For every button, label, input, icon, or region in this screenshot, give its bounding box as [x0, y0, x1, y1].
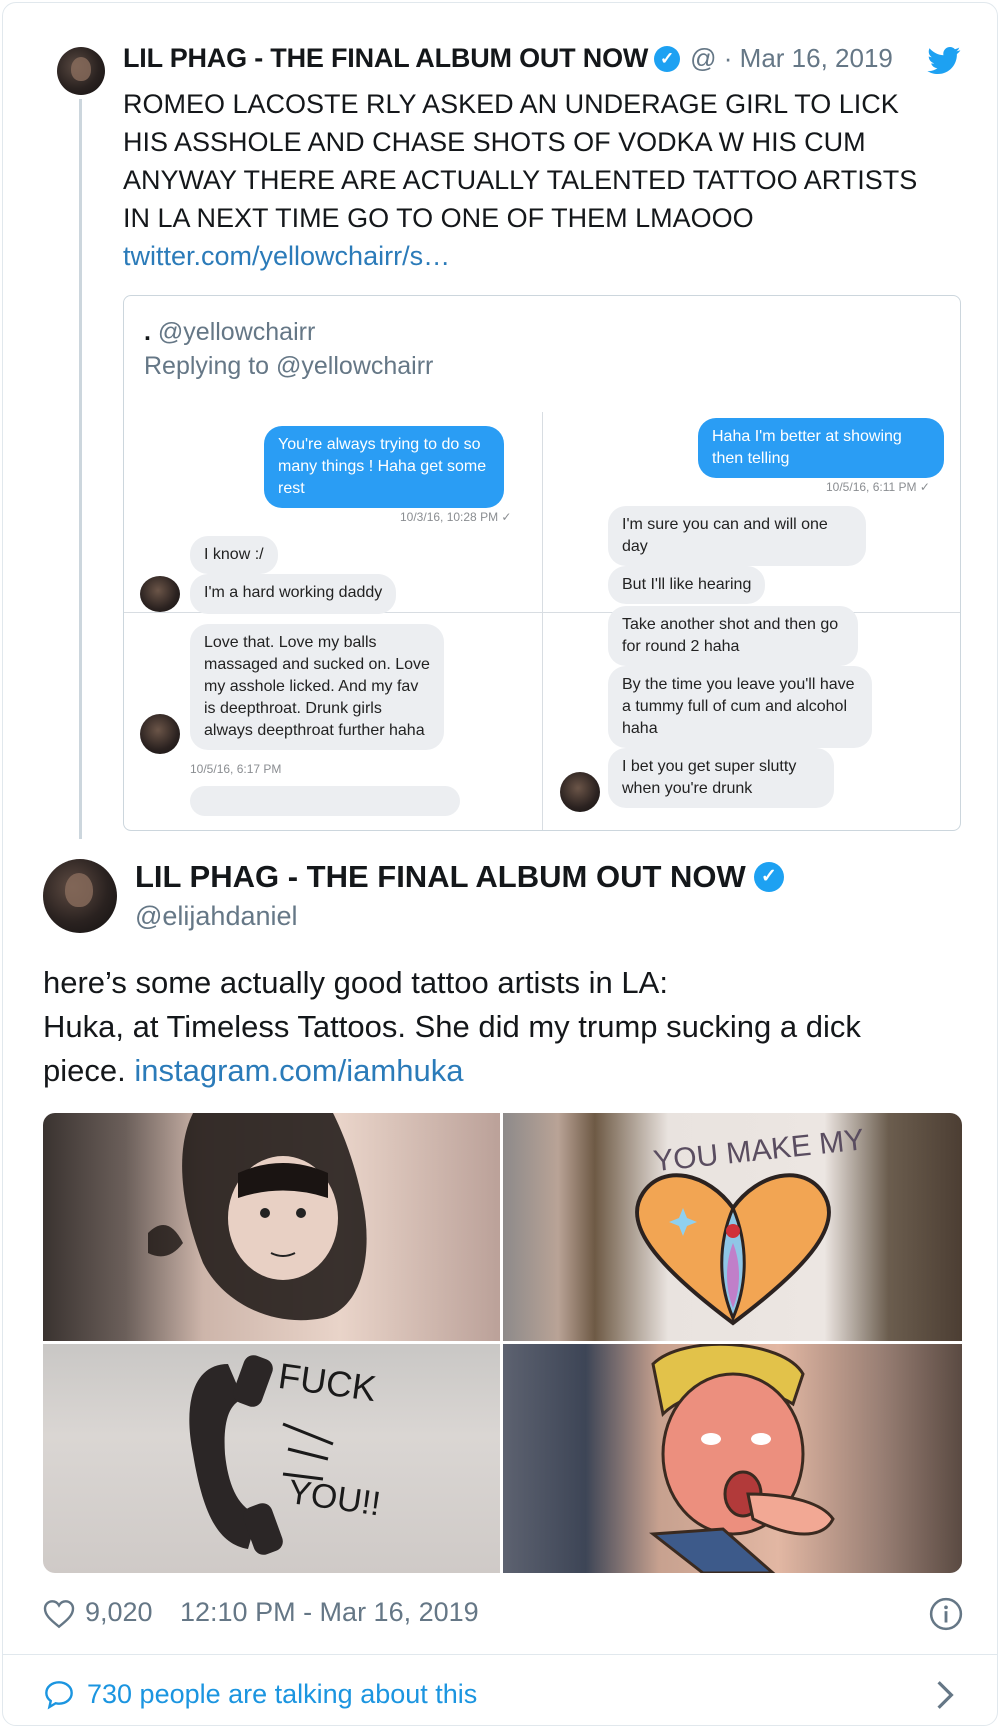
- quoted-media-grid[interactable]: You're always trying to do so many thing…: [124, 412, 960, 830]
- heart-icon[interactable]: [43, 1599, 75, 1629]
- incoming-message: I bet you get super slutty when you're d…: [608, 748, 834, 808]
- incoming-message: By the time you leave you'll have a tumm…: [608, 666, 872, 748]
- tattoo-illustration: YOU MAKE MY: [635, 1123, 866, 1326]
- tweet-embed-card: LIL PHAG - THE FINAL ALBUM OUT NOW ✓ @ · M…: [2, 2, 998, 1726]
- tattoo-illustration: FUCK YOU!!: [189, 1355, 383, 1555]
- quoted-header: . @yellowchairr: [144, 318, 315, 347]
- parent-display-name[interactable]: LIL PHAG - THE FINAL ALBUM OUT NOW: [123, 43, 648, 74]
- verified-badge-icon: ✓: [753, 862, 784, 892]
- tweet-text: here’s some actually good tattoo artists…: [43, 961, 963, 1093]
- tattoo-photo-portrait[interactable]: [503, 1344, 962, 1573]
- tweet-text-line: here’s some actually good tattoo artists…: [43, 965, 668, 1000]
- tattoo-lettering: FUCK: [276, 1355, 379, 1409]
- outgoing-message: Haha I'm better at showing then telling: [698, 418, 944, 478]
- incoming-message: Love that. Love my balls massaged and su…: [190, 624, 444, 750]
- incoming-message: But I'll like hearing: [608, 566, 766, 604]
- instagram-link[interactable]: instagram.com/iamhuka: [134, 1053, 463, 1088]
- incoming-message: I'm a hard working daddy: [190, 574, 397, 614]
- author-avatar[interactable]: [43, 859, 117, 933]
- verified-badge-icon: ✓: [654, 45, 681, 72]
- tweet-text-fragment: piece.: [43, 1053, 126, 1088]
- chevron-right-icon[interactable]: [935, 1679, 955, 1711]
- info-icon[interactable]: [929, 1597, 963, 1631]
- grid-divider: [542, 412, 543, 830]
- tweet-text-line: piece. instagram.com/iamhuka: [43, 1049, 963, 1093]
- quoted-handle: @yellowchairr: [157, 318, 316, 346]
- tweet-footer: 9,020 12:10 PM - Mar 16, 2019: [43, 1591, 963, 1635]
- thread-line: [79, 99, 82, 839]
- parent-tweet-link[interactable]: twitter.com/yellowchairr/s…: [123, 237, 963, 275]
- parent-text-line: ROMEO LACOSTE RLY ASKED AN UNDERAGE GIRL…: [123, 89, 899, 119]
- tattoo-illustration: [648, 1344, 835, 1573]
- parent-avatar[interactable]: [57, 47, 105, 95]
- parent-meta[interactable]: @ · Mar 16, 2019: [690, 43, 893, 74]
- comment-bubble-icon: [45, 1681, 73, 1710]
- photo-grid[interactable]: YOU MAKE MY FUCK YOU!!: [43, 1113, 962, 1573]
- conversation-count-label[interactable]: 730 people are talking about this: [87, 1679, 477, 1710]
- tattoo-photo-heart[interactable]: YOU MAKE MY: [503, 1113, 962, 1341]
- replying-to: Replying to @yellowchairr: [144, 352, 434, 380]
- incoming-message-partial: [190, 786, 460, 816]
- tattoo-lettering: YOU MAKE MY: [652, 1123, 866, 1178]
- sender-avatar: [560, 772, 600, 812]
- parent-tweet-text: ROMEO LACOSTE RLY ASKED AN UNDERAGE GIRL…: [123, 85, 963, 275]
- footer-divider: [3, 1654, 997, 1655]
- tattoo-photo-phone[interactable]: FUCK YOU!!: [43, 1344, 500, 1573]
- tweet-text-line: Huka, at Timeless Tattoos. She did my tr…: [43, 1009, 861, 1044]
- tattoo-photo-girl[interactable]: [43, 1113, 500, 1341]
- author-handle[interactable]: @elijahdaniel: [135, 901, 298, 932]
- tattoo-lettering: YOU!!: [286, 1473, 383, 1524]
- incoming-message: I know :/: [190, 536, 278, 574]
- outgoing-message: You're always trying to do so many thing…: [264, 426, 504, 508]
- message-timestamp: 10/5/16, 6:11 PM ✓: [826, 480, 930, 494]
- incoming-message: I'm sure you can and will one day: [608, 506, 866, 566]
- message-timestamp: 10/5/16, 6:17 PM: [190, 762, 282, 776]
- parent-header: LIL PHAG - THE FINAL ALBUM OUT NOW ✓ @ · M…: [123, 43, 963, 83]
- author-display-name[interactable]: LIL PHAG - THE FINAL ALBUM OUT NOW: [135, 859, 746, 895]
- parent-text-line: HIS ASSHOLE AND CHASE SHOTS OF VODKA W H…: [123, 127, 866, 157]
- parent-text-line: IN LA NEXT TIME GO TO ONE OF THEM LMAOOO: [123, 203, 754, 233]
- tweet-timestamp[interactable]: 12:10 PM - Mar 16, 2019: [180, 1597, 479, 1628]
- incoming-message: Take another shot and then go for round …: [608, 606, 858, 666]
- like-count[interactable]: 9,020: [85, 1597, 153, 1628]
- quoted-tweet[interactable]: . @yellowchairr Replying to @yellowchair…: [123, 295, 961, 831]
- twitter-bird-icon[interactable]: [927, 47, 961, 75]
- parent-text-line: ANYWAY THERE ARE ACTUALLY TALENTED TATTO…: [123, 165, 918, 195]
- author-name-row: LIL PHAG - THE FINAL ALBUM OUT NOW ✓: [135, 859, 784, 899]
- tattoo-illustration: [148, 1113, 367, 1321]
- sender-avatar: [140, 576, 180, 612]
- message-timestamp: 10/3/16, 10:28 PM ✓: [400, 510, 512, 524]
- quoted-display-name: .: [144, 318, 151, 346]
- sender-avatar: [140, 714, 180, 754]
